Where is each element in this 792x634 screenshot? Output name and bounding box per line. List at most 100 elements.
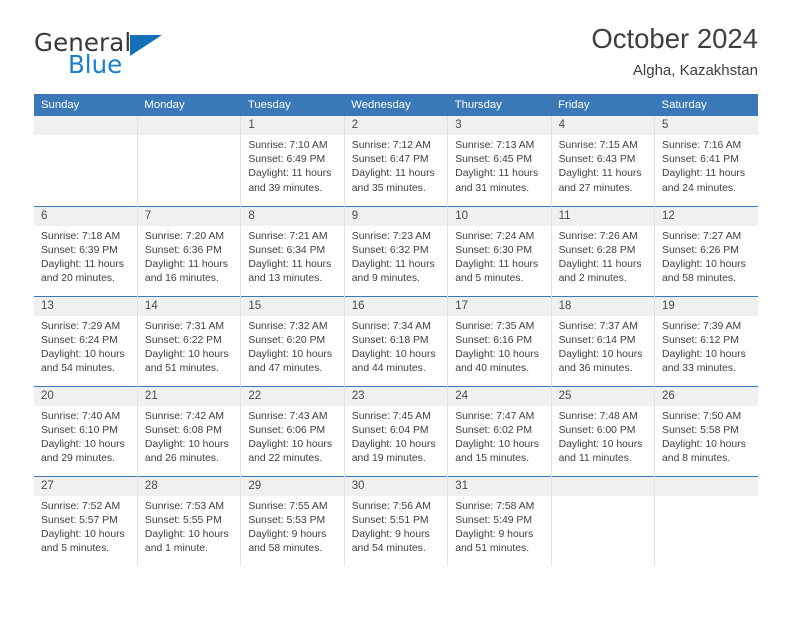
day-number — [551, 476, 655, 496]
day-number: 23 — [344, 386, 448, 406]
day-details: Sunrise: 7:52 AM Sunset: 5:57 PM Daylight:… — [34, 496, 137, 557]
daylight-text-line2: and 44 minutes. — [351, 363, 426, 375]
calendar-body: 1 Sunrise: 7:10 AM Sunset: 6:49 PM Daylight… — [34, 116, 758, 566]
sunset-text: Sunset: 6:22 PM — [144, 334, 222, 346]
calendar-day-cell[interactable]: 9 Sunrise: 7:23 AM Sunset: 6:32 PM Daylight… — [343, 205, 448, 296]
calendar-day-cell[interactable]: 10 Sunrise: 7:24 AM Sunset: 6:30 PM Dayligh… — [447, 205, 552, 296]
calendar-day-cell[interactable]: 23 Sunrise: 7:45 AM Sunset: 6:04 PM Dayligh… — [343, 385, 448, 476]
calendar-day-cell[interactable]: 8 Sunrise: 7:21 AM Sunset: 6:34 PM Daylight… — [240, 205, 345, 296]
sunrise-text: Sunrise: 7:48 AM — [558, 410, 638, 422]
daylight-text-line1: Daylight: 10 hours — [41, 348, 125, 360]
calendar-day-cell[interactable]: 31 Sunrise: 7:58 AM Sunset: 5:49 PM Dayligh… — [447, 475, 552, 566]
sunset-text: Sunset: 6:16 PM — [455, 334, 533, 346]
daylight-text-line1: Daylight: 11 hours — [351, 168, 435, 180]
daylight-text-line1: Daylight: 11 hours — [662, 168, 746, 180]
daylight-text-line1: Daylight: 10 hours — [144, 528, 229, 540]
day-number: 22 — [241, 386, 344, 406]
day-number: 19 — [655, 296, 758, 316]
calendar-day-cell[interactable]: 15 Sunrise: 7:32 AM Sunset: 6:20 PM Dayligh… — [240, 295, 345, 386]
calendar-day-cell-empty — [136, 116, 241, 206]
daylight-text-line2: and 58 minutes. — [248, 543, 323, 555]
calendar-day-cell[interactable]: 6 Sunrise: 7:18 AM Sunset: 6:39 PM Daylight… — [34, 205, 138, 296]
day-number: 3 — [448, 116, 551, 135]
calendar-day-cell[interactable]: 16 Sunrise: 7:34 AM Sunset: 6:18 PM Dayligh… — [343, 295, 448, 386]
day-number: 15 — [241, 296, 344, 316]
calendar-day-cell[interactable]: 5 Sunrise: 7:16 AM Sunset: 6:41 PM Daylight… — [654, 116, 758, 206]
sunrise-text: Sunrise: 7:39 AM — [662, 320, 742, 332]
calendar-day-cell[interactable]: 11 Sunrise: 7:26 AM Sunset: 6:28 PM Dayligh… — [550, 205, 655, 296]
day-number: 18 — [551, 296, 655, 316]
day-number — [34, 116, 137, 135]
day-details: Sunrise: 7:39 AM Sunset: 6:12 PM Daylight:… — [655, 316, 758, 377]
daylight-text-line1: Daylight: 10 hours — [248, 438, 333, 450]
calendar-day-cell[interactable]: 27 Sunrise: 7:52 AM Sunset: 5:57 PM Dayligh… — [34, 475, 138, 566]
sunset-text: Sunset: 5:55 PM — [144, 514, 222, 526]
daylight-text-line2: and 27 minutes. — [558, 182, 633, 194]
daylight-text-line1: Daylight: 10 hours — [351, 348, 436, 360]
day-details: Sunrise: 7:16 AM Sunset: 6:41 PM Daylight:… — [655, 135, 758, 196]
daylight-text-line1: Daylight: 10 hours — [455, 438, 539, 450]
day-details: Sunrise: 7:15 AM Sunset: 6:43 PM Daylight:… — [552, 135, 654, 196]
daylight-text-line2: and 9 minutes. — [351, 273, 420, 285]
calendar-day-cell[interactable]: 29 Sunrise: 7:55 AM Sunset: 5:53 PM Dayligh… — [240, 475, 345, 566]
calendar-week-row: 6 Sunrise: 7:18 AM Sunset: 6:39 PM Daylight… — [34, 205, 758, 296]
daylight-text-line2: and 26 minutes. — [144, 453, 219, 465]
calendar-day-cell[interactable]: 24 Sunrise: 7:47 AM Sunset: 6:02 PM Dayligh… — [447, 385, 552, 476]
day-details: Sunrise: 7:55 AM Sunset: 5:53 PM Daylight:… — [241, 496, 343, 557]
sunrise-text: Sunrise: 7:12 AM — [351, 140, 431, 151]
sunrise-text: Sunrise: 7:37 AM — [558, 320, 638, 332]
daylight-text-line1: Daylight: 10 hours — [41, 528, 125, 540]
sunset-text: Sunset: 6:34 PM — [248, 244, 326, 256]
calendar-day-cell[interactable]: 28 Sunrise: 7:53 AM Sunset: 5:55 PM Dayligh… — [136, 475, 241, 566]
calendar-day-cell-empty — [654, 475, 758, 566]
daylight-text-line1: Daylight: 10 hours — [144, 348, 229, 360]
calendar-day-cell[interactable]: 30 Sunrise: 7:56 AM Sunset: 5:51 PM Dayligh… — [343, 475, 448, 566]
calendar-day-cell[interactable]: 1 Sunrise: 7:10 AM Sunset: 6:49 PM Daylight… — [240, 116, 345, 206]
day-number: 13 — [34, 296, 137, 316]
calendar-day-cell[interactable]: 25 Sunrise: 7:48 AM Sunset: 6:00 PM Dayligh… — [550, 385, 655, 476]
sunset-text: Sunset: 6:39 PM — [41, 244, 118, 256]
sunset-text: Sunset: 6:02 PM — [455, 424, 533, 436]
daylight-text-line1: Daylight: 10 hours — [558, 348, 643, 360]
calendar-day-cell[interactable]: 21 Sunrise: 7:42 AM Sunset: 6:08 PM Dayligh… — [136, 385, 241, 476]
calendar-day-cell[interactable]: 20 Sunrise: 7:40 AM Sunset: 6:10 PM Dayligh… — [34, 385, 138, 476]
calendar-day-cell[interactable]: 19 Sunrise: 7:39 AM Sunset: 6:12 PM Dayligh… — [654, 295, 758, 386]
daylight-text-line2: and 47 minutes. — [248, 363, 323, 375]
daylight-text-line2: and 2 minutes. — [558, 273, 627, 285]
daylight-text-line2: and 51 minutes. — [455, 543, 530, 555]
calendar-day-cell[interactable]: 2 Sunrise: 7:12 AM Sunset: 6:47 PM Daylight… — [343, 116, 448, 206]
sunrise-text: Sunrise: 7:27 AM — [662, 230, 742, 242]
day-details: Sunrise: 7:43 AM Sunset: 6:06 PM Daylight:… — [241, 406, 343, 467]
day-number: 7 — [137, 206, 241, 226]
logo-text-blue: Blue — [68, 50, 123, 79]
day-number: 27 — [34, 476, 137, 496]
calendar-day-cell[interactable]: 4 Sunrise: 7:15 AM Sunset: 6:43 PM Daylight… — [550, 116, 655, 206]
sunset-text: Sunset: 6:12 PM — [662, 334, 739, 346]
calendar-day-cell[interactable]: 26 Sunrise: 7:50 AM Sunset: 5:58 PM Dayligh… — [654, 385, 758, 476]
weekday-header-sunday: Sunday — [34, 94, 138, 116]
day-number: 10 — [448, 206, 551, 226]
title-block: October 2024 Algha, Kazakhstan — [591, 22, 758, 82]
calendar-day-cell[interactable]: 17 Sunrise: 7:35 AM Sunset: 6:16 PM Dayligh… — [447, 295, 552, 386]
day-number: 17 — [448, 296, 551, 316]
sunset-text: Sunset: 6:45 PM — [455, 154, 533, 166]
weekday-header-tuesday: Tuesday — [240, 94, 345, 116]
daylight-text-line2: and 39 minutes. — [248, 182, 323, 194]
sunrise-text: Sunrise: 7:43 AM — [248, 410, 328, 422]
calendar-day-cell[interactable]: 12 Sunrise: 7:27 AM Sunset: 6:26 PM Dayligh… — [654, 205, 758, 296]
calendar-day-cell[interactable]: 22 Sunrise: 7:43 AM Sunset: 6:06 PM Dayligh… — [240, 385, 345, 476]
day-number: 28 — [137, 476, 241, 496]
calendar-week-row: 20 Sunrise: 7:40 AM Sunset: 6:10 PM Dayligh… — [34, 385, 758, 476]
sunrise-text: Sunrise: 7:45 AM — [351, 410, 431, 422]
daylight-text-line2: and 40 minutes. — [455, 363, 530, 375]
sunset-text: Sunset: 6:26 PM — [662, 244, 739, 256]
calendar-day-cell[interactable]: 14 Sunrise: 7:31 AM Sunset: 6:22 PM Dayligh… — [136, 295, 241, 386]
calendar-day-cell[interactable]: 13 Sunrise: 7:29 AM Sunset: 6:24 PM Dayligh… — [34, 295, 138, 386]
sunset-text: Sunset: 5:57 PM — [41, 514, 118, 526]
calendar-day-cell[interactable]: 3 Sunrise: 7:13 AM Sunset: 6:45 PM Daylight… — [447, 116, 552, 206]
calendar-day-cell[interactable]: 18 Sunrise: 7:37 AM Sunset: 6:14 PM Dayligh… — [550, 295, 655, 386]
daylight-text-line2: and 24 minutes. — [662, 182, 736, 194]
calendar-day-cell[interactable]: 7 Sunrise: 7:20 AM Sunset: 6:36 PM Daylight… — [136, 205, 241, 296]
daylight-text-line2: and 36 minutes. — [558, 363, 633, 375]
sunset-text: Sunset: 6:24 PM — [41, 334, 118, 346]
